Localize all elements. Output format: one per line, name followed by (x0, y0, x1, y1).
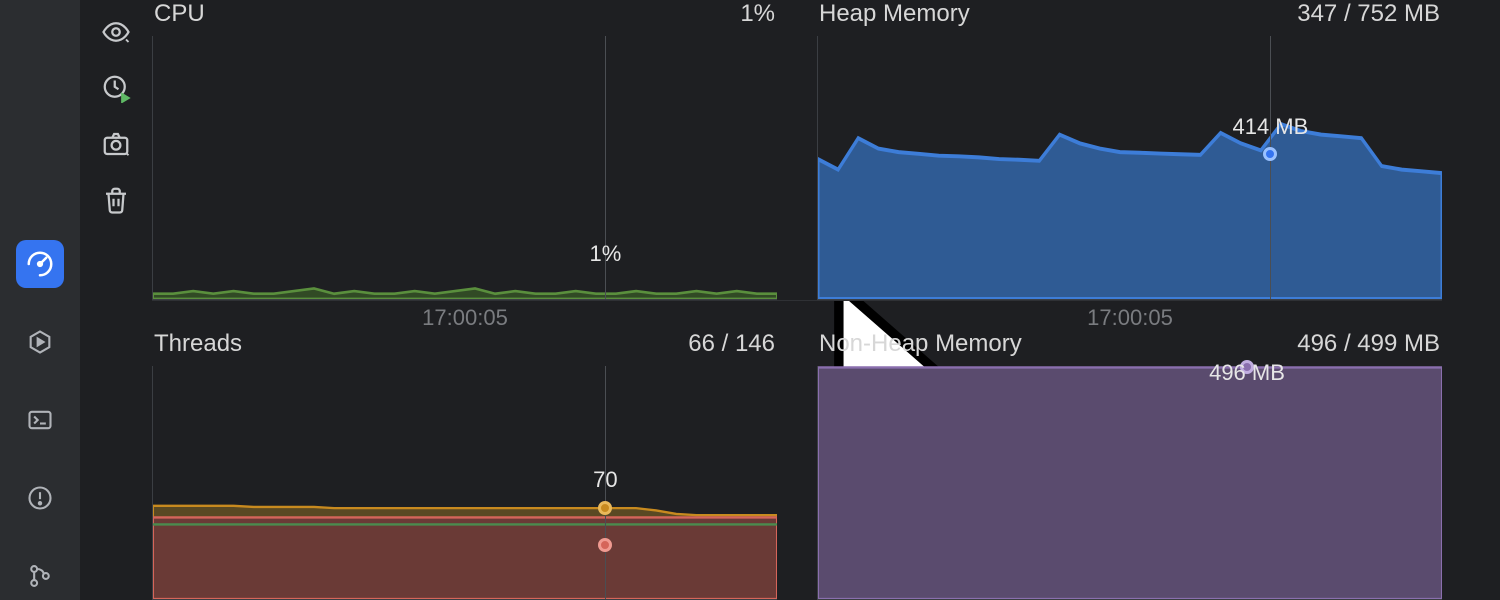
panel-cpu[interactable]: CPU 1% 1% 17:00:05 (152, 0, 777, 300)
panel-title: CPU (154, 0, 205, 28)
terminal-button[interactable] (16, 396, 64, 444)
data-point-marker (598, 538, 612, 552)
chart-nonheap[interactable]: 496 MB 17:00:05 (817, 366, 1442, 600)
data-point-marker (598, 501, 612, 515)
panel-nonheap[interactable]: Non-Heap Memory 496 / 499 MB 496 MB 17:0… (817, 300, 1442, 600)
panel-heap[interactable]: Heap Memory 347 / 752 MB 414 MB 17:00:05 (817, 0, 1442, 300)
panel-title: Heap Memory (819, 0, 970, 28)
trash-icon (101, 185, 131, 215)
panel-value: 496 / 499 MB (1297, 330, 1440, 358)
panel-value: 66 / 146 (688, 330, 775, 358)
camera-button[interactable] (94, 122, 138, 166)
hover-label: 70 (593, 467, 617, 499)
gauge-button[interactable] (16, 240, 64, 288)
data-point-marker (1263, 147, 1277, 161)
panel-title: Non-Heap Memory (819, 330, 1022, 358)
chart-threads[interactable]: 70 17:00:05 (152, 366, 777, 600)
vcs-button[interactable] (16, 552, 64, 600)
tool-column (80, 0, 152, 600)
panel-title: Threads (154, 330, 242, 358)
panel-threads[interactable]: Threads 66 / 146 70 17:00:05 (152, 300, 777, 600)
chart-heap[interactable]: 414 MB 17:00:05 (817, 36, 1442, 300)
panel-value: 347 / 752 MB (1297, 0, 1440, 28)
eye-button[interactable] (94, 10, 138, 54)
terminal-icon (26, 406, 54, 434)
panel-value: 1% (740, 0, 775, 28)
vcs-icon (26, 562, 54, 590)
trash-button[interactable] (94, 178, 138, 222)
eye-icon (101, 17, 131, 47)
row-divider (152, 300, 1442, 301)
warning-icon (26, 484, 54, 512)
left-rail (0, 0, 80, 600)
warning-button[interactable] (16, 474, 64, 522)
clock-play-button[interactable] (94, 66, 138, 110)
chart-cpu[interactable]: 1% 17:00:05 (152, 36, 777, 300)
camera-icon (101, 129, 131, 159)
clock-play-icon (101, 73, 131, 103)
hover-label: 496 MB (1209, 360, 1285, 392)
cursor-line (1270, 36, 1271, 299)
hover-label: 414 MB (1232, 114, 1308, 146)
play-outline-button[interactable] (16, 318, 64, 366)
hover-label: 1% (589, 241, 621, 273)
gauge-icon (25, 249, 55, 279)
play-outline-icon (26, 328, 54, 356)
